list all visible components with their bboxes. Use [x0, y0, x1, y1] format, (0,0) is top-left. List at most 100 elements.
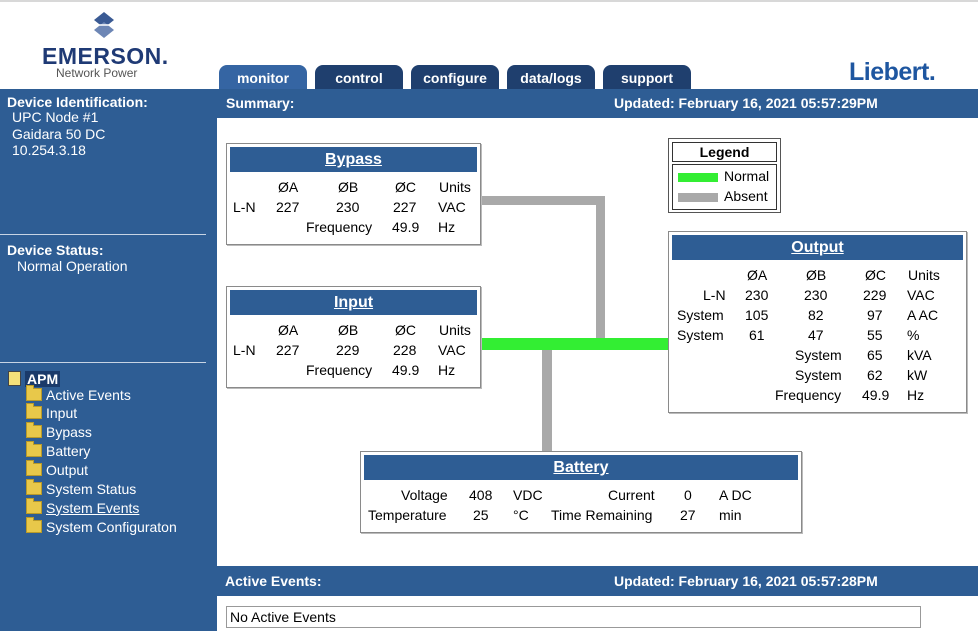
tab-control[interactable]: control [315, 65, 403, 89]
battery-voltage-unit: VDC [513, 487, 543, 503]
input-freq-label: Frequency [306, 362, 373, 378]
liebert-logo: Liebert. [849, 58, 936, 86]
legend-normal-swatch [678, 173, 718, 182]
output-row-label: System [677, 307, 724, 323]
bypass-title[interactable]: Bypass [230, 147, 477, 172]
battery-time-value: 27 [680, 507, 696, 523]
bypass-freq-unit: Hz [438, 219, 456, 235]
battery-panel: Battery Voltage 408 VDC Current 0 A DC T… [360, 451, 802, 533]
folder-icon [26, 479, 42, 495]
output-value-b: 230 [804, 287, 828, 303]
output-value-b: 47 [808, 327, 824, 343]
tree-item-label: System Status [46, 480, 137, 497]
folder-icon [26, 498, 42, 514]
battery-current-unit: A DC [719, 487, 752, 503]
output-total-label: Frequency [775, 387, 842, 403]
legend: Legend Normal Absent [668, 138, 781, 213]
tree-item-label: Battery [46, 442, 91, 459]
input-freq-value: 49.9 [392, 362, 420, 378]
bypass-freq-label: Frequency [306, 219, 373, 235]
tree-item-battery[interactable]: Battery [26, 441, 90, 460]
battery-current-label: Current [608, 487, 655, 503]
output-total-label: System [795, 367, 842, 383]
output-value-c: 97 [867, 307, 883, 323]
legend-normal-label: Normal [724, 168, 770, 184]
output-value-c: 55 [867, 327, 883, 343]
bypass-freq-value: 49.9 [392, 219, 420, 235]
output-total-label: System [795, 347, 842, 363]
device-ip: 10.254.3.18 [12, 142, 86, 158]
summary-label: Summary: [226, 95, 295, 111]
output-total-value: 62 [867, 367, 883, 383]
tree-item-system-status[interactable]: System Status [26, 479, 136, 498]
input-output-pipe [480, 338, 670, 350]
bypass-row-label: L-N [233, 199, 256, 215]
output-value-b: 82 [808, 307, 824, 323]
output-value-units: VAC [907, 287, 935, 303]
output-value-units: % [907, 327, 920, 343]
bypass-value-units: VAC [438, 199, 466, 215]
input-header-b: ØB [338, 322, 359, 338]
tab-monitor[interactable]: monitor [219, 65, 307, 89]
tab-data-logs[interactable]: data/logs [507, 65, 595, 89]
output-panel: Output ØA ØB ØC Units L-N 230 230 229 VA… [668, 231, 967, 413]
output-total-unit: kVA [907, 347, 932, 363]
output-title[interactable]: Output [672, 235, 963, 260]
tree-item-input[interactable]: Input [26, 403, 77, 422]
brand-subtitle: Network Power [56, 66, 138, 80]
tree-item-system-events[interactable]: System Events [26, 498, 139, 517]
output-row-label: L-N [703, 287, 726, 303]
tree-item-bypass[interactable]: Bypass [26, 422, 92, 441]
legend-body: Normal Absent [672, 164, 777, 210]
bypass-value-c: 227 [393, 199, 417, 215]
tree-item-label: System Events [46, 499, 140, 516]
output-row-label: System [677, 327, 724, 343]
battery-title[interactable]: Battery [364, 455, 798, 480]
bypass-header-units: Units [439, 179, 471, 195]
battery-current-value: 0 [684, 487, 692, 503]
tree-item-label: Active Events [46, 386, 131, 403]
device-model: Gaidara 50 DC [12, 126, 106, 142]
device-status-heading: Device Status: [7, 242, 104, 258]
device-status-value: Normal Operation [17, 258, 128, 274]
active-events-bar: Active Events: Updated: February 16, 202… [217, 566, 978, 596]
input-freq-unit: Hz [438, 362, 456, 378]
output-value-a: 230 [745, 287, 769, 303]
tree-item-active-events[interactable]: Active Events [26, 385, 131, 404]
tree-item-label: Input [46, 404, 78, 421]
battery-pipe [542, 346, 552, 454]
device-id-heading: Device Identification: [7, 94, 148, 110]
tab-configure[interactable]: configure [411, 65, 499, 89]
output-total-value: 49.9 [862, 387, 890, 403]
tree-item-output[interactable]: Output [26, 460, 88, 479]
bypass-value-a: 227 [276, 199, 300, 215]
active-events-updated: Updated: February 16, 2021 05:57:28PM [614, 573, 878, 589]
legend-absent-swatch [678, 193, 718, 202]
tab-support[interactable]: support [603, 65, 691, 89]
folder-icon [26, 441, 42, 457]
folder-icon [26, 403, 42, 419]
tree-item-label: Bypass [46, 423, 92, 440]
output-value-c: 229 [863, 287, 887, 303]
output-total-unit: kW [907, 367, 928, 383]
bypass-value-b: 230 [336, 199, 360, 215]
input-header-a: ØA [278, 322, 299, 338]
output-total-unit: Hz [907, 387, 925, 403]
tree-item-label: Output [46, 461, 89, 478]
folder-icon [26, 385, 42, 401]
bypass-header-a: ØA [278, 179, 299, 195]
battery-voltage-label: Voltage [401, 487, 448, 503]
bypass-header-c: ØC [395, 179, 416, 195]
output-header-c: ØC [865, 267, 886, 283]
bypass-panel: Bypass ØA ØB ØC Units L-N 227 230 227 VA… [226, 143, 481, 245]
folder-icon [26, 517, 42, 533]
output-value-units: A AC [907, 307, 939, 323]
output-header-a: ØA [747, 267, 768, 283]
output-header-units: Units [908, 267, 940, 283]
active-events-label: Active Events: [225, 573, 322, 589]
bypass-header-b: ØB [338, 179, 359, 195]
tree-item-system-configuration[interactable]: System Configuraton [26, 517, 177, 536]
header-top-border [0, 0, 978, 2]
input-title[interactable]: Input [230, 290, 477, 315]
folder-icon [26, 422, 42, 438]
